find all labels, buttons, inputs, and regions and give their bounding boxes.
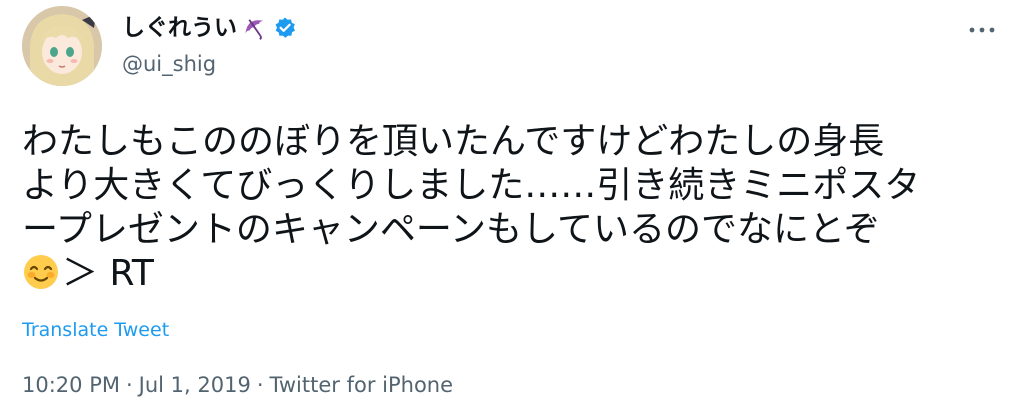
avatar-image	[22, 6, 102, 86]
display-name[interactable]: しぐれうい	[122, 12, 237, 44]
tweet-time[interactable]: 10:20 PM	[22, 373, 120, 397]
umbrella-icon	[241, 14, 269, 42]
more-options-button[interactable]	[962, 20, 1002, 40]
tweet-text-line: わたしもこののぼりを頂いたんですけどわたしの身長	[22, 121, 885, 162]
author-handle[interactable]: @ui_shig	[122, 52, 216, 76]
translate-tweet-link[interactable]: Translate Tweet	[22, 319, 169, 341]
meta-separator: ·	[256, 373, 264, 397]
tweet-source[interactable]: Twitter for iPhone	[270, 373, 454, 397]
avatar[interactable]	[22, 6, 102, 86]
author-name-row[interactable]: しぐれうい	[122, 12, 297, 44]
tweet-text-line: ープレゼントのキャンペーンもしているのでなにとぞ	[22, 209, 880, 250]
tweet-text: わたしもこののぼりを頂いたんですけどわたしの身長 より大きくてびっくりしました……	[22, 120, 997, 302]
tweet-text-line: ＞ RT	[62, 253, 154, 294]
more-dots-icon	[969, 27, 995, 33]
tweet-text-last-line: ＞ RT	[22, 252, 997, 302]
meta-separator: ·	[125, 373, 133, 397]
tweet-card: しぐれうい @ui_shig わたしもこののぼりを頂いたんですけどわたしの身長 …	[0, 0, 1017, 410]
tweet-meta: 10:20 PM · Jul 1, 2019 · Twitter for iPh…	[22, 373, 453, 397]
tweet-text-line: より大きくてびっくりしました……引き続きミニポスタ	[22, 165, 921, 206]
verified-badge-icon	[273, 16, 297, 40]
tweet-date[interactable]: Jul 1, 2019	[139, 373, 251, 397]
smiling-face-with-rosy-cheeks-icon	[22, 253, 60, 302]
